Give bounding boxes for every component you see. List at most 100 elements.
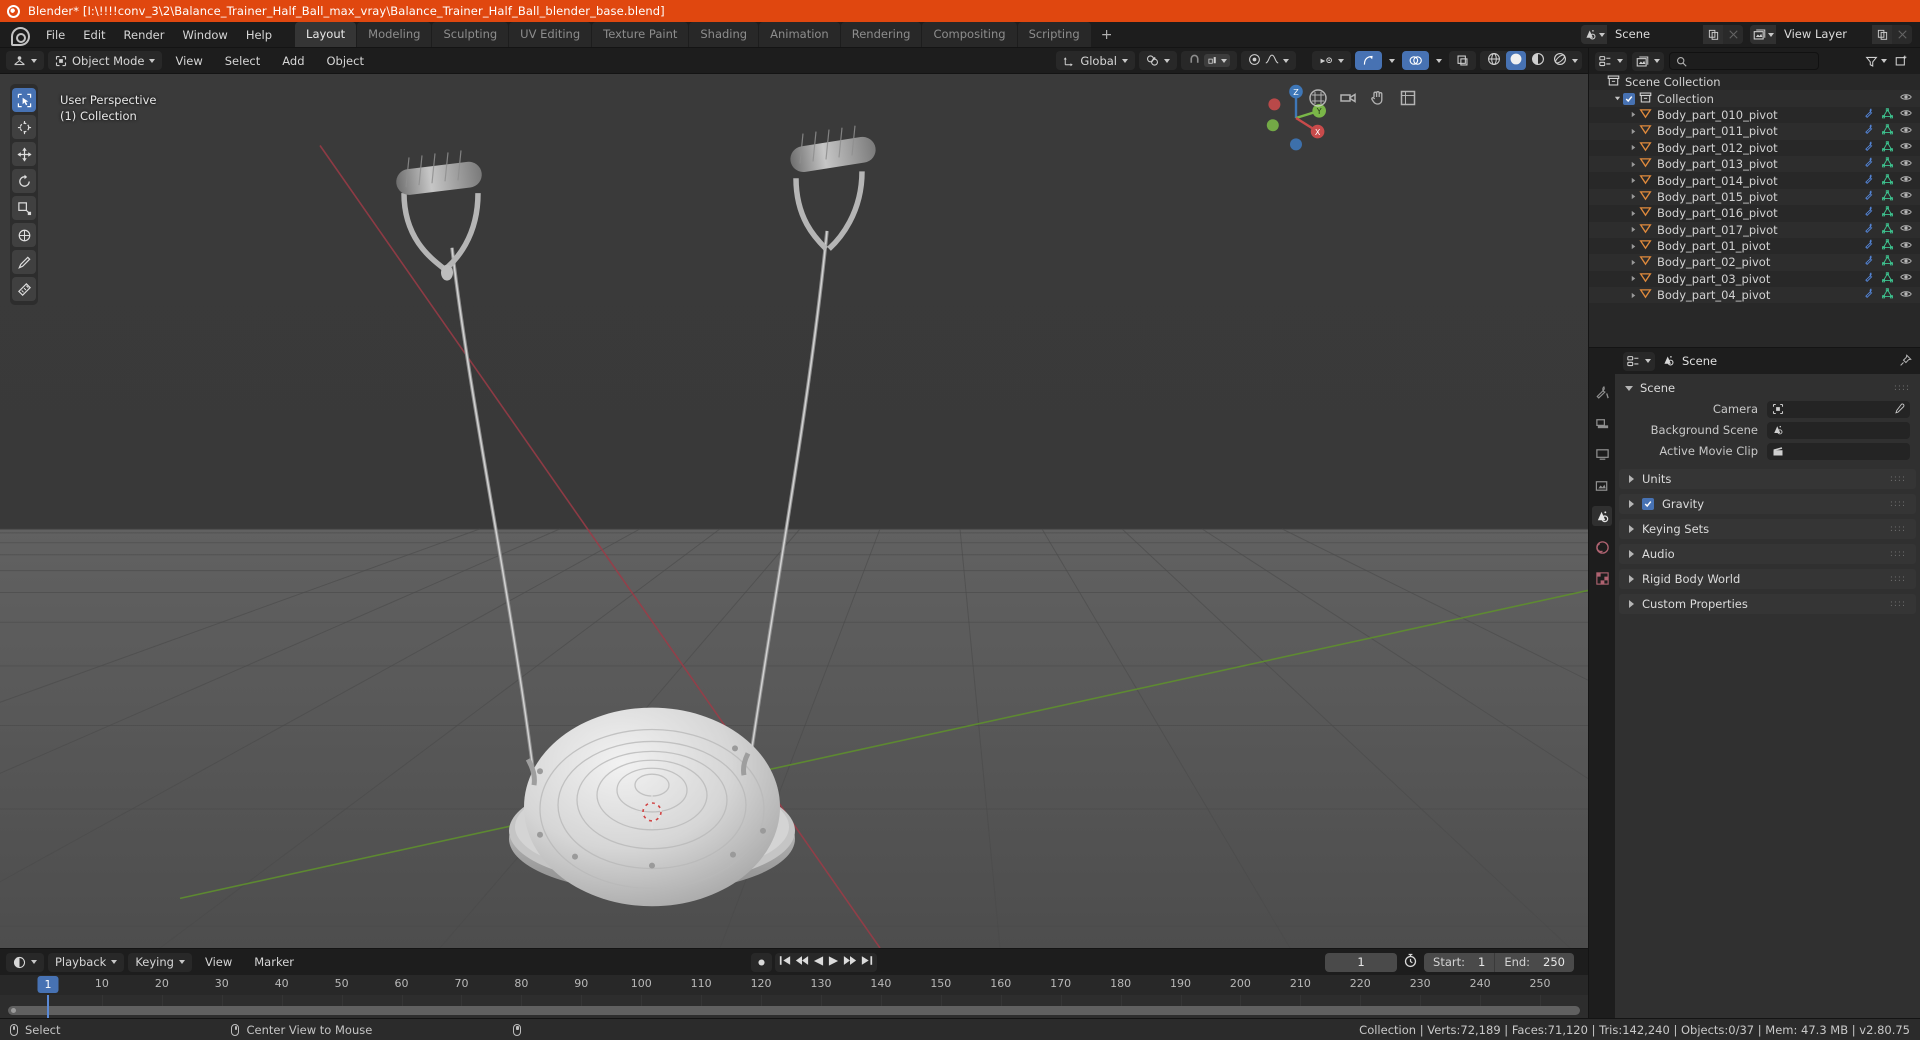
- outliner-row-object[interactable]: Body_part_014_pivot: [1589, 172, 1920, 188]
- modifier-icon[interactable]: [1864, 124, 1875, 138]
- new-view-layer-icon[interactable]: [1872, 25, 1892, 44]
- disclosure-triangle-icon[interactable]: [1627, 177, 1639, 184]
- properties-section-audio[interactable]: Audio::::: [1619, 544, 1916, 564]
- pivot-point-icon[interactable]: [1139, 51, 1177, 70]
- jump-to-start-button[interactable]: [779, 955, 791, 969]
- modifier-icon[interactable]: [1864, 255, 1875, 269]
- modifier-icon[interactable]: [1864, 223, 1875, 237]
- overlays-dropdown[interactable]: [1433, 51, 1445, 70]
- scene-icon[interactable]: [1581, 25, 1607, 44]
- tool-properties-tab[interactable]: [1592, 382, 1612, 402]
- render-properties-tab[interactable]: [1592, 413, 1612, 433]
- active-movie-clip-field[interactable]: [1767, 442, 1910, 460]
- view-layer-selector[interactable]: View Layer: [1750, 25, 1912, 44]
- tab-rendering[interactable]: Rendering: [840, 22, 922, 47]
- mesh-data-icon[interactable]: [1882, 255, 1893, 269]
- move-tool[interactable]: [12, 142, 36, 166]
- hide-in-viewport-icon[interactable]: [1900, 189, 1912, 204]
- frame-range-fields[interactable]: Start: 1 End: 250: [1424, 952, 1574, 972]
- mesh-data-icon[interactable]: [1882, 222, 1893, 237]
- timeline-menu-keying[interactable]: Keying: [128, 952, 192, 972]
- outliner-row-object[interactable]: Body_part_012_pivot: [1589, 140, 1920, 156]
- eyedropper-icon[interactable]: [1893, 400, 1905, 419]
- timeline-editor-icon[interactable]: [6, 952, 44, 972]
- mesh-data-icon[interactable]: [1882, 272, 1893, 286]
- outliner-row-object[interactable]: Body_part_016_pivot: [1589, 205, 1920, 221]
- gizmo-icon[interactable]: [1355, 51, 1382, 70]
- modifier-icon[interactable]: [1864, 239, 1875, 253]
- tab-texture-paint[interactable]: Texture Paint: [592, 22, 689, 47]
- smooth-falloff-icon[interactable]: [1265, 53, 1279, 68]
- output-properties-tab[interactable]: [1592, 444, 1612, 464]
- properties-section-custom-properties[interactable]: Custom Properties::::: [1619, 594, 1916, 614]
- hide-in-viewport-icon[interactable]: [1900, 124, 1912, 139]
- pin-icon[interactable]: [1899, 352, 1912, 371]
- outliner-display-mode-icon[interactable]: [1595, 51, 1627, 71]
- background-scene-field[interactable]: [1767, 421, 1910, 439]
- cursor-tool[interactable]: [12, 115, 36, 139]
- annotate-tool[interactable]: [12, 250, 36, 274]
- modifier-icon[interactable]: [1864, 272, 1875, 286]
- hide-in-viewport-icon[interactable]: [1900, 239, 1912, 254]
- scene-selector[interactable]: Scene: [1581, 25, 1743, 44]
- filter-icon[interactable]: [1865, 55, 1887, 68]
- blender-menu-icon[interactable]: [10, 26, 30, 46]
- outliner-row-object[interactable]: Body_part_015_pivot: [1589, 188, 1920, 206]
- disclosure-triangle-icon[interactable]: [1627, 292, 1639, 299]
- section-checkbox[interactable]: [1642, 498, 1654, 510]
- outliner-search-field[interactable]: [1692, 54, 1818, 68]
- add-workspace-button[interactable]: +: [1092, 23, 1122, 47]
- outliner-row-object[interactable]: Body_part_017_pivot: [1589, 221, 1920, 238]
- shading-dropdown-icon[interactable]: [1572, 58, 1578, 63]
- disclosure-triangle-icon[interactable]: [1627, 111, 1639, 118]
- viewport-menu-add[interactable]: Add: [273, 51, 313, 71]
- modifier-icon[interactable]: [1864, 108, 1875, 122]
- tab-modeling[interactable]: Modeling: [357, 22, 432, 47]
- outliner-row-object[interactable]: Body_part_02_pivot: [1589, 254, 1920, 271]
- move-view-icon[interactable]: [1368, 88, 1388, 108]
- outliner-search-input[interactable]: [1669, 52, 1819, 70]
- shading-wireframe-icon[interactable]: [1484, 51, 1504, 70]
- world-properties-tab[interactable]: [1592, 537, 1612, 557]
- start-frame-value[interactable]: 1: [1469, 953, 1494, 972]
- disclosure-triangle-icon[interactable]: [1627, 144, 1639, 151]
- viewport-menu-select[interactable]: Select: [216, 51, 269, 71]
- tab-uv-editing[interactable]: UV Editing: [509, 22, 592, 47]
- shading-rendered-icon[interactable]: [1550, 51, 1570, 70]
- transform-orientation-selector[interactable]: Global: [1056, 51, 1135, 70]
- disclosure-triangle-icon[interactable]: [1627, 161, 1639, 168]
- tab-sculpting[interactable]: Sculpting: [432, 22, 509, 47]
- jump-next-keyframe-button[interactable]: [843, 955, 857, 969]
- zoom-icon[interactable]: [1308, 88, 1328, 108]
- mesh-data-icon[interactable]: [1882, 157, 1893, 171]
- properties-section-rigid-body-world[interactable]: Rigid Body World::::: [1619, 569, 1916, 589]
- disclosure-triangle-icon[interactable]: [1627, 210, 1639, 217]
- viewport-menu-object[interactable]: Object: [318, 51, 373, 71]
- play-reverse-button[interactable]: [813, 955, 824, 970]
- timeline-menu-playback[interactable]: Playback: [48, 952, 125, 972]
- shading-solid-icon[interactable]: [1506, 51, 1526, 70]
- collection-checkbox[interactable]: [1623, 92, 1635, 105]
- mesh-data-icon[interactable]: [1882, 206, 1893, 220]
- mesh-data-icon[interactable]: [1882, 239, 1893, 253]
- tab-scripting[interactable]: Scripting: [1017, 22, 1091, 47]
- tab-shading[interactable]: Shading: [689, 22, 759, 47]
- hide-in-viewport-icon[interactable]: [1900, 157, 1912, 172]
- current-frame-field[interactable]: 1: [1325, 952, 1398, 972]
- disclosure-triangle-icon[interactable]: [1627, 193, 1639, 200]
- tab-layout[interactable]: Layout: [295, 22, 357, 47]
- shading-material-preview-icon[interactable]: [1528, 51, 1548, 70]
- menu-file[interactable]: File: [37, 25, 74, 45]
- view-layer-name[interactable]: View Layer: [1776, 25, 1872, 44]
- play-button[interactable]: [828, 955, 839, 970]
- hide-in-viewport-icon[interactable]: [1900, 271, 1912, 286]
- modifier-icon[interactable]: [1864, 141, 1875, 155]
- camera-view-icon[interactable]: [1338, 88, 1358, 108]
- timeline-menu-view[interactable]: View: [196, 952, 241, 972]
- mesh-data-icon[interactable]: [1882, 173, 1893, 188]
- mesh-data-icon[interactable]: [1882, 190, 1893, 204]
- xray-icon[interactable]: [1449, 51, 1476, 70]
- disclosure-triangle-icon[interactable]: [1611, 95, 1623, 102]
- menu-window[interactable]: Window: [173, 25, 236, 45]
- menu-render[interactable]: Render: [115, 25, 174, 45]
